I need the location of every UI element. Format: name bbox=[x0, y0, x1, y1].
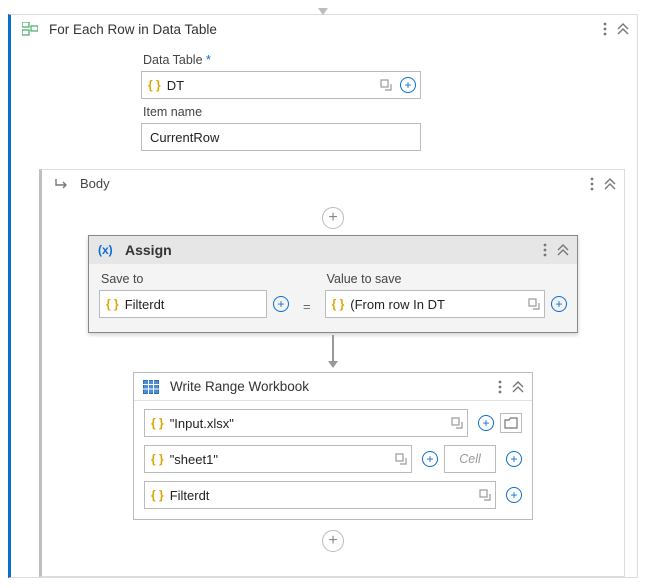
workbook-path-value: "Input.xlsx" bbox=[170, 416, 451, 431]
write-range-icon bbox=[142, 380, 160, 394]
body-container[interactable]: Body + (x) Assign bbox=[39, 169, 625, 577]
cell-placeholder: Cell bbox=[459, 452, 481, 466]
plus-icon[interactable]: + bbox=[400, 77, 416, 93]
value-to-save-label: Value to save bbox=[327, 272, 567, 286]
expression-icon: { } bbox=[148, 78, 161, 92]
for-each-header[interactable]: For Each Row in Data Table bbox=[11, 15, 637, 43]
expand-editor-icon[interactable] bbox=[528, 298, 540, 310]
write-range-activity[interactable]: Write Range Workbook { } " bbox=[133, 372, 533, 520]
plus-icon[interactable]: + bbox=[273, 296, 289, 312]
save-to-value: Filterdt bbox=[125, 297, 262, 312]
assign-title: Assign bbox=[125, 242, 543, 258]
more-icon[interactable] bbox=[543, 243, 547, 257]
svg-text:(x): (x) bbox=[98, 243, 113, 257]
save-to-label: Save to bbox=[101, 272, 289, 286]
add-activity-button[interactable]: + bbox=[322, 530, 344, 552]
for-each-properties: Data Table * { } DT + Item name CurrentR… bbox=[11, 43, 637, 161]
browse-folder-icon[interactable] bbox=[500, 413, 522, 433]
cell-input[interactable]: Cell bbox=[444, 445, 496, 473]
more-icon[interactable] bbox=[498, 380, 502, 394]
expression-icon: { } bbox=[151, 488, 164, 502]
data-table-write-input[interactable]: { } Filterdt bbox=[144, 481, 496, 509]
collapse-icon[interactable] bbox=[604, 178, 616, 190]
body-content: + (x) Assign bbox=[42, 197, 624, 576]
collapse-icon[interactable] bbox=[617, 23, 629, 35]
expand-editor-icon[interactable] bbox=[451, 417, 463, 429]
body-title: Body bbox=[80, 176, 590, 191]
expression-icon: { } bbox=[151, 416, 164, 430]
equals-sign: = bbox=[297, 299, 317, 318]
body-header[interactable]: Body bbox=[42, 170, 624, 197]
item-name-value: CurrentRow bbox=[150, 130, 219, 145]
assign-icon: (x) bbox=[97, 243, 115, 257]
plus-icon[interactable]: + bbox=[506, 487, 522, 503]
sheet-name-value: "sheet1" bbox=[170, 452, 395, 467]
for-each-title: For Each Row in Data Table bbox=[49, 22, 603, 37]
write-range-header[interactable]: Write Range Workbook bbox=[134, 373, 532, 401]
expand-editor-icon[interactable] bbox=[479, 489, 491, 501]
item-name-label: Item name bbox=[143, 105, 627, 119]
workbook-path-input[interactable]: { } "Input.xlsx" bbox=[144, 409, 468, 437]
for-each-row-activity[interactable]: For Each Row in Data Table Data Table * … bbox=[8, 14, 638, 578]
plus-icon[interactable]: + bbox=[478, 415, 494, 431]
plus-icon[interactable]: + bbox=[551, 296, 567, 312]
more-icon[interactable] bbox=[590, 177, 594, 191]
plus-icon[interactable]: + bbox=[506, 451, 522, 467]
value-to-save-input[interactable]: { } (From row In DT bbox=[325, 290, 545, 318]
data-table-label: Data Table * bbox=[143, 53, 627, 67]
add-activity-button[interactable]: + bbox=[322, 207, 344, 229]
data-table-value: DT bbox=[167, 78, 378, 93]
expression-icon: { } bbox=[332, 297, 345, 311]
item-name-input[interactable]: CurrentRow bbox=[141, 123, 421, 151]
save-to-input[interactable]: { } Filterdt bbox=[99, 290, 267, 318]
for-each-icon bbox=[21, 21, 39, 37]
flow-connector bbox=[50, 333, 616, 368]
write-range-title: Write Range Workbook bbox=[170, 379, 498, 394]
expression-icon: { } bbox=[106, 297, 119, 311]
assign-header[interactable]: (x) Assign bbox=[89, 236, 577, 264]
body-arrow-icon bbox=[52, 178, 70, 190]
data-table-write-value: Filterdt bbox=[170, 488, 479, 503]
collapse-icon[interactable] bbox=[512, 381, 524, 393]
more-icon[interactable] bbox=[603, 22, 607, 36]
expand-editor-icon[interactable] bbox=[378, 77, 394, 93]
assign-activity[interactable]: (x) Assign Save to bbox=[88, 235, 578, 333]
data-table-input[interactable]: { } DT + bbox=[141, 71, 421, 99]
expression-icon: { } bbox=[151, 452, 164, 466]
plus-icon[interactable]: + bbox=[422, 451, 438, 467]
expand-editor-icon[interactable] bbox=[395, 453, 407, 465]
value-to-save-value: (From row In DT bbox=[350, 297, 528, 312]
sheet-name-input[interactable]: { } "sheet1" bbox=[144, 445, 412, 473]
collapse-icon[interactable] bbox=[557, 244, 569, 256]
